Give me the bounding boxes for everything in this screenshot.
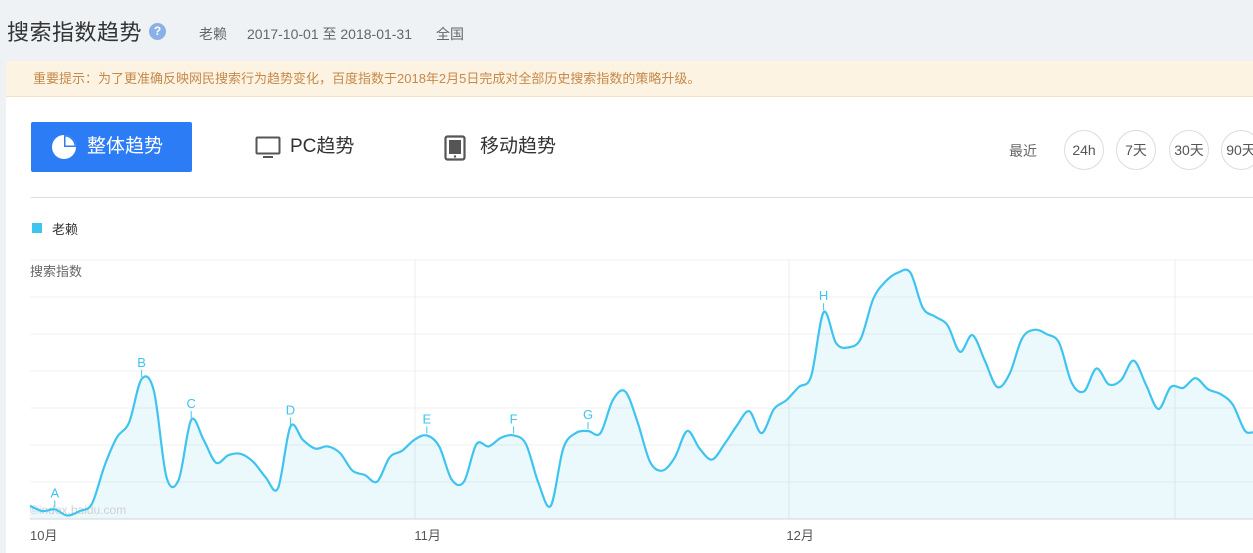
x-axis: 10月 11月 12月 [30, 518, 1253, 543]
x-tick-label: 12月 [786, 528, 813, 543]
annotation-label: C [187, 396, 196, 411]
series-area [30, 269, 1253, 519]
annotation-label: H [819, 288, 828, 303]
y-axis-label: 搜索指数 [30, 264, 82, 279]
annotation-label: E [422, 411, 431, 426]
annotation-label: D [286, 403, 295, 418]
annotation-label: F [510, 411, 518, 426]
series-area-fill [30, 269, 1253, 519]
x-tick-label: 11月 [414, 528, 441, 543]
trend-chart: 搜索指数 ©index.baidu.com ABCDEFGHI 10月11月12… [29, 259, 1253, 543]
annotation-label: A [50, 485, 59, 500]
x-tick-label: 10月 [30, 528, 57, 543]
annotation-label: G [583, 407, 593, 422]
annotation-label: B [137, 355, 146, 370]
